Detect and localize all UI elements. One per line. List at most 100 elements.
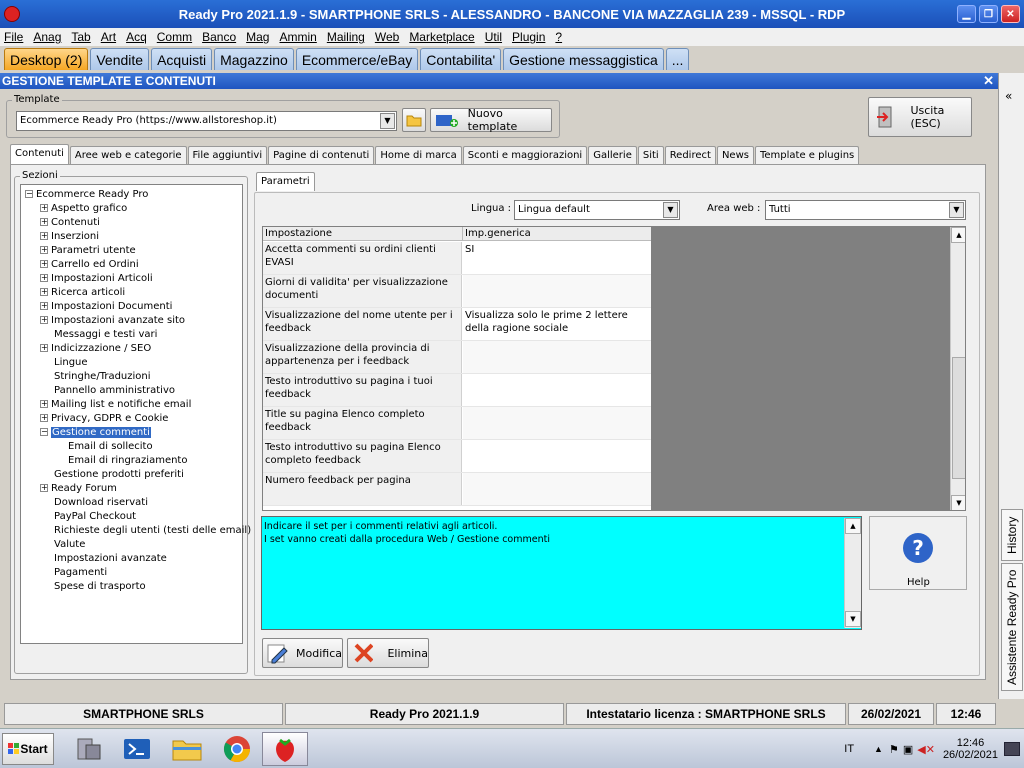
expand-toggle-icon[interactable]: + <box>40 232 48 240</box>
grid-header-impostazione[interactable]: Impostazione <box>263 227 463 241</box>
tree-item[interactable]: + Inserzioni <box>21 230 242 244</box>
expand-toggle-icon[interactable]: + <box>40 484 48 492</box>
tab-home-marca[interactable]: Home di marca <box>375 146 462 164</box>
open-folder-button[interactable] <box>402 108 426 132</box>
scroll-down-icon[interactable]: ▼ <box>951 495 965 510</box>
tree-item[interactable]: Lingue <box>21 356 242 370</box>
tab-magazzino[interactable]: Magazzino <box>214 48 294 70</box>
tree-item[interactable]: Spese di trasporto <box>21 580 242 594</box>
tab-file-aggiuntivi[interactable]: File aggiuntivi <box>187 146 268 164</box>
menu-tab[interactable]: Tab <box>71 30 90 44</box>
tree-item[interactable]: Messaggi e testi vari <box>21 328 242 342</box>
grid-header-imp-generica[interactable]: Imp.generica <box>463 227 651 241</box>
tab-sconti[interactable]: Sconti e maggiorazioni <box>462 146 588 164</box>
tab-siti[interactable]: Siti <box>637 146 664 164</box>
menu-banco[interactable]: Banco <box>202 30 236 44</box>
help-button[interactable]: ? Help <box>869 516 967 590</box>
expand-toggle-icon[interactable]: + <box>40 288 48 296</box>
tree-item[interactable]: Impostazioni avanzate <box>21 552 242 566</box>
tab-template-plugins[interactable]: Template e plugins <box>754 146 860 164</box>
tree-item[interactable]: Download riservati <box>21 496 242 510</box>
tree-item[interactable]: + Mailing list e notifiche email <box>21 398 242 412</box>
chevron-down-icon[interactable]: ▼ <box>663 202 678 218</box>
chrome-icon[interactable] <box>214 732 260 766</box>
network-icon[interactable]: ▣ <box>903 743 913 756</box>
menu-web[interactable]: Web <box>375 30 399 44</box>
tree-item[interactable]: Richieste degli utenti (testi delle emai… <box>21 524 251 538</box>
scroll-up-icon[interactable]: ▲ <box>951 227 965 243</box>
new-template-button[interactable]: Nuovo template <box>430 107 552 133</box>
server-manager-icon[interactable] <box>66 732 112 766</box>
table-row[interactable]: Title su pagina Elenco completo feedback <box>263 407 651 440</box>
expand-toggle-icon[interactable]: + <box>40 302 48 310</box>
scroll-thumb[interactable] <box>952 357 965 479</box>
tab-contenuti[interactable]: Contenuti <box>10 144 69 164</box>
expand-toggle-icon[interactable]: + <box>40 246 48 254</box>
tree-item[interactable]: Pannello amministrativo <box>21 384 242 398</box>
tree-item[interactable]: Valute <box>21 538 242 552</box>
collapse-icon[interactable]: « <box>1005 89 1012 103</box>
menu-mailing[interactable]: Mailing <box>327 30 365 44</box>
scroll-down-icon[interactable]: ▼ <box>845 611 861 627</box>
minimize-button[interactable]: ▁ <box>957 5 976 23</box>
tab-pagine-contenuti[interactable]: Pagine di contenuti <box>268 146 375 164</box>
tab-vendite[interactable]: Vendite <box>90 48 150 70</box>
grid-scrollbar[interactable]: ▲ ▼ <box>950 227 965 510</box>
tab-more[interactable]: ... <box>665 48 690 70</box>
tree-item[interactable]: Gestione prodotti preferiti <box>21 468 242 482</box>
menu-comm[interactable]: Comm <box>157 30 192 44</box>
tray-expand-icon[interactable]: ▲ <box>874 744 883 754</box>
flag-icon[interactable]: ⚑ <box>889 743 899 756</box>
params-grid[interactable]: Impostazione Imp.generica Accetta commen… <box>262 226 966 511</box>
scroll-up-icon[interactable]: ▲ <box>845 518 861 534</box>
menu-file[interactable]: File <box>4 30 23 44</box>
chevron-down-icon[interactable]: ▼ <box>380 113 395 129</box>
sections-tree[interactable]: − Ecommerce Ready Pro + Aspetto grafico + Co… <box>20 184 251 644</box>
table-row[interactable]: Accetta commenti su ordini clienti EVASI… <box>263 242 651 275</box>
expand-toggle-icon[interactable]: + <box>40 400 48 408</box>
powershell-icon[interactable] <box>114 732 160 766</box>
tree-item[interactable]: Stringhe/Traduzioni <box>21 370 242 384</box>
tab-news[interactable]: News <box>716 146 754 164</box>
tree-item[interactable]: + Aspetto grafico <box>21 202 242 216</box>
tree-item[interactable]: + Impostazioni avanzate sito <box>21 314 242 328</box>
tree-item[interactable]: − Gestione commenti <box>21 426 242 440</box>
tree-item[interactable]: + Indicizzazione / SEO <box>21 342 242 356</box>
start-button[interactable]: Start <box>2 733 54 765</box>
tab-desktop[interactable]: Desktop (2) <box>4 48 89 70</box>
tree-item[interactable]: + Impostazioni Documenti <box>21 300 242 314</box>
tree-item[interactable]: + Privacy, GDPR e Cookie <box>21 412 242 426</box>
menu-plugin[interactable]: Plugin <box>512 30 545 44</box>
modify-button[interactable]: Modifica <box>262 638 343 668</box>
tree-item[interactable]: Email di ringraziamento <box>21 454 242 468</box>
expand-toggle-icon[interactable]: + <box>40 344 48 352</box>
tree-item[interactable]: PayPal Checkout <box>21 510 242 524</box>
expand-toggle-icon[interactable]: − <box>40 428 48 436</box>
tree-item[interactable]: + Impostazioni Articoli <box>21 272 242 286</box>
tab-parametri[interactable]: Parametri <box>256 172 315 191</box>
table-row[interactable]: Numero feedback per pagina <box>263 473 651 506</box>
menu-ammin[interactable]: Ammin <box>279 30 316 44</box>
tree-item[interactable]: + Carrello ed Ordini <box>21 258 242 272</box>
menu-anag[interactable]: Anag <box>33 30 61 44</box>
menu-mag[interactable]: Mag <box>246 30 269 44</box>
tree-item[interactable]: Pagamenti <box>21 566 242 580</box>
show-desktop-icon[interactable] <box>1004 742 1020 756</box>
chevron-down-icon[interactable]: ▼ <box>949 202 964 218</box>
volume-muted-icon[interactable]: ◀✕ <box>917 743 935 756</box>
menu-help[interactable]: ? <box>555 30 562 44</box>
expand-toggle-icon[interactable]: + <box>40 414 48 422</box>
menu-acq[interactable]: Acq <box>126 30 147 44</box>
tab-contabilita[interactable]: Contabilita' <box>420 48 502 70</box>
side-tab-history[interactable]: History <box>1001 509 1023 561</box>
template-select[interactable]: Ecommerce Ready Pro (https://www.allstor… <box>16 111 397 131</box>
table-row[interactable]: Visualizzazione della provincia di appar… <box>263 341 651 374</box>
clock[interactable]: 12:46 26/02/2021 <box>943 737 998 761</box>
language-indicator[interactable]: IT <box>844 743 854 755</box>
table-row[interactable]: Testo introduttivo su pagina i tuoi feed… <box>263 374 651 407</box>
tab-gallerie[interactable]: Gallerie <box>588 146 637 164</box>
tab-redirect[interactable]: Redirect <box>664 146 716 164</box>
area-web-select[interactable]: Tutti ▼ <box>765 200 966 220</box>
ready-pro-taskbar-icon[interactable] <box>262 732 308 766</box>
table-row[interactable]: Giorni di validita' per visualizzazione … <box>263 275 651 308</box>
